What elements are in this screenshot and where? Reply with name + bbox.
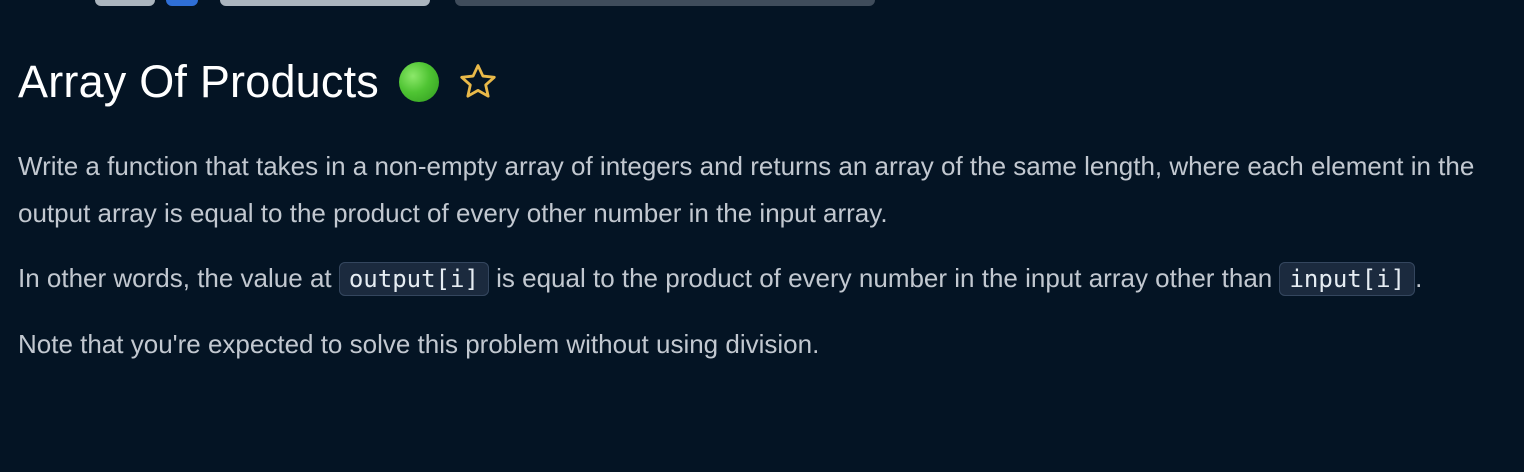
- cut-off-text-fragment: [455, 0, 875, 6]
- paragraph-2-text-after: .: [1415, 263, 1423, 293]
- description-paragraph-3: Note that you're expected to solve this …: [18, 329, 820, 359]
- problem-header: Array Of Products: [18, 52, 499, 112]
- cut-off-header-strip: [0, 0, 1524, 8]
- cut-off-text-fragment: [220, 0, 430, 6]
- description-paragraph-2: In other words, the value at output[i] i…: [18, 255, 1508, 303]
- star-icon[interactable]: [457, 61, 499, 103]
- problem-description: Write a function that takes in a non-emp…: [18, 143, 1508, 386]
- difficulty-status-icon: [399, 62, 440, 102]
- description-paragraph-1: Write a function that takes in a non-emp…: [18, 151, 1475, 228]
- cut-off-text-fragment: [95, 0, 155, 6]
- problem-title: Array Of Products: [18, 56, 380, 107]
- code-input-i: input[i]: [1279, 262, 1416, 296]
- paragraph-2-text-middle: is equal to the product of every number …: [488, 263, 1280, 293]
- cut-off-category-badge: [166, 0, 198, 6]
- paragraph-2-text-before: In other words, the value at: [18, 263, 339, 293]
- code-output-i: output[i]: [338, 262, 489, 296]
